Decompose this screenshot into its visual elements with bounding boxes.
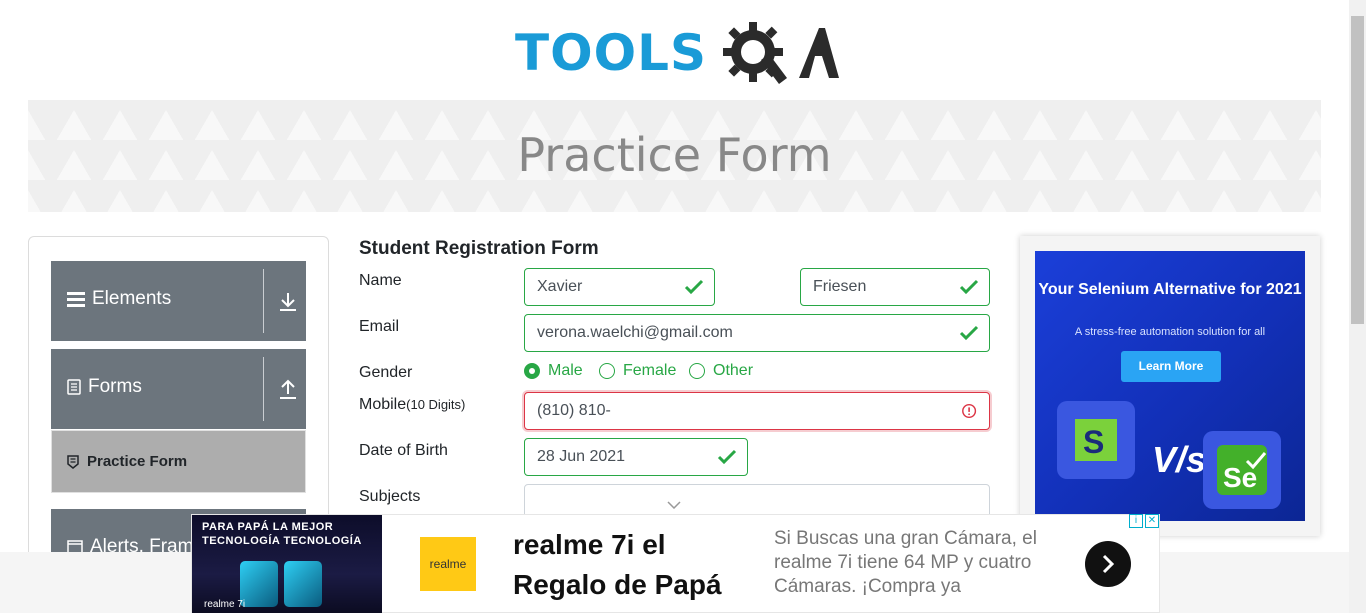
dob-input[interactable]: 28 Jun 2021 xyxy=(524,438,748,476)
radio-button[interactable] xyxy=(689,363,705,379)
side-ad[interactable]: Your Selenium Alternative for 2021 A str… xyxy=(1035,251,1305,521)
sidebar-group-label: Forms xyxy=(88,376,142,397)
radio-label: Male xyxy=(548,362,583,379)
close-icon[interactable]: ✕ xyxy=(1145,514,1159,528)
name-label: Name xyxy=(359,272,402,289)
chevron-down-icon[interactable] xyxy=(667,501,681,509)
svg-text:S: S xyxy=(1083,424,1104,460)
scrollbar-thumb[interactable] xyxy=(1351,16,1364,324)
page-title: Practice Form xyxy=(517,128,832,182)
check-icon xyxy=(717,449,737,465)
gear-q-icon xyxy=(723,22,839,84)
radio-button[interactable] xyxy=(524,363,540,379)
email-label: Email xyxy=(359,318,400,335)
learn-more-button[interactable]: Learn More xyxy=(1121,351,1221,382)
versus-text: V/s xyxy=(1152,439,1207,480)
list-icon xyxy=(67,292,85,307)
sidebar-item-practice-form[interactable]: Practice Form xyxy=(51,430,306,493)
page-banner: Practice Form xyxy=(28,100,1321,212)
mobile-label-text: Mobile xyxy=(359,396,407,413)
email-value: verona.waelchi@gmail.com xyxy=(537,324,733,341)
first-name-value: Xavier xyxy=(537,278,583,295)
toolsqa-logo[interactable]: TOOLS xyxy=(515,18,840,90)
ad-next-button[interactable] xyxy=(1085,541,1131,587)
realme-logo[interactable]: realme xyxy=(420,537,476,591)
upload-arrow-icon[interactable] xyxy=(278,379,298,401)
form-title: Student Registration Form xyxy=(359,238,599,259)
info-icon[interactable]: i xyxy=(1129,514,1143,528)
phone-image xyxy=(284,561,322,607)
mobile-hint: (10 Digits) xyxy=(406,397,466,412)
radio-label: Female xyxy=(623,362,677,379)
check-icon xyxy=(684,279,704,295)
email-input[interactable]: verona.waelchi@gmail.com xyxy=(524,314,990,352)
document-icon xyxy=(67,379,81,395)
logo-text: TOOLS xyxy=(515,24,707,82)
logo-tile-left: S xyxy=(1057,401,1135,479)
s-logo-icon: S xyxy=(1075,419,1117,461)
error-icon xyxy=(962,403,977,419)
badge-icon xyxy=(67,454,79,469)
gender-radio-other[interactable]: Other xyxy=(689,362,753,380)
ad-thumbnail[interactable]: PARA PAPÁ LA MEJOR TECNOLOGÍA TECNOLOGÍA… xyxy=(192,515,382,613)
gender-label: Gender xyxy=(359,364,413,381)
bottom-ad[interactable]: PARA PAPÁ LA MEJOR TECNOLOGÍA TECNOLOGÍA… xyxy=(191,514,1160,613)
first-name-input[interactable]: Xavier xyxy=(524,268,715,306)
side-ad-subtext: A stress-free automation solution for al… xyxy=(1074,326,1266,338)
sidebar-item-label: Practice Form xyxy=(87,453,188,470)
divider xyxy=(263,357,264,421)
ad-choices[interactable]: i ✕ xyxy=(1129,514,1159,528)
last-name-input[interactable]: Friesen xyxy=(800,268,990,306)
gender-radio-male[interactable]: Male xyxy=(524,362,583,380)
download-arrow-icon[interactable] xyxy=(278,291,298,313)
side-ad-headline: Your Selenium Alternative for 2021 xyxy=(1038,281,1302,298)
divider xyxy=(263,269,264,333)
thumb-brand: realme 7i xyxy=(204,599,246,610)
logo-tile-right: Se xyxy=(1203,431,1281,509)
dob-label: Date of Birth xyxy=(359,442,448,459)
radio-label: Other xyxy=(713,362,754,379)
sidebar-group-elements[interactable]: Elements xyxy=(51,261,306,341)
mobile-label: Mobile(10 Digits) xyxy=(359,396,465,414)
mobile-value: (810) 810- xyxy=(537,402,611,419)
sidebar-group-label: Elements xyxy=(92,288,172,309)
thumb-headline: PARA PAPÁ LA MEJOR TECNOLOGÍA TECNOLOGÍA xyxy=(202,521,362,547)
radio-button[interactable] xyxy=(599,363,615,379)
dob-value: 28 Jun 2021 xyxy=(537,448,626,465)
subjects-label: Subjects xyxy=(359,488,421,505)
last-name-value: Friesen xyxy=(813,278,867,295)
check-icon xyxy=(959,279,979,295)
selenium-logo-icon: Se xyxy=(1217,445,1267,495)
sidebar-group-forms[interactable]: Forms xyxy=(51,349,306,429)
mobile-input[interactable]: (810) 810- xyxy=(524,392,990,430)
ad-headline[interactable]: realme 7i el Regalo de Papá xyxy=(513,525,743,605)
check-icon xyxy=(959,325,979,341)
scrollbar[interactable] xyxy=(1349,0,1366,613)
phone-image xyxy=(240,561,278,607)
chevron-right-icon xyxy=(1102,554,1115,574)
ad-description: Si Buscas una gran Cámara, el realme 7i … xyxy=(774,528,1037,597)
gender-radio-female[interactable]: Female xyxy=(599,362,676,380)
